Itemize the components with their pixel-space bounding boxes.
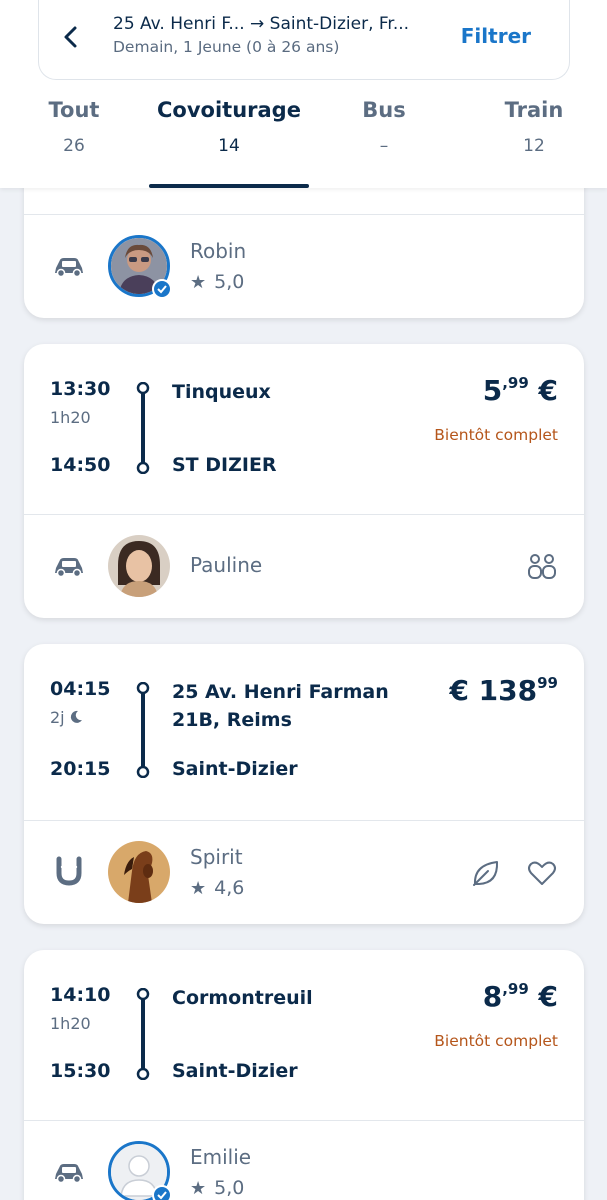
price-main: 8 (482, 980, 503, 1013)
arrival-time: 14:50 (50, 454, 111, 476)
ride-price: 5,99 € (483, 374, 558, 407)
price-main: 138 (478, 674, 538, 707)
ride-card[interactable]: 14:10 1h20 15:30 Cormontreuil Saint-Dizi… (24, 950, 584, 1200)
ride-price: € 13899 (449, 674, 558, 707)
driver-name: Emilie (190, 1145, 252, 1169)
route-line-icon (136, 382, 150, 474)
price-currency: € (449, 674, 469, 707)
driver-row: Emilie ★ 5,0 (24, 1120, 584, 1200)
car-icon (55, 1164, 83, 1184)
arrival-city: ST DIZIER (172, 454, 277, 476)
tab-train[interactable]: Train 12 (498, 98, 570, 156)
rating-value: 4,6 (214, 877, 245, 899)
duration-value: 2j (50, 708, 65, 727)
car-icon (55, 258, 83, 278)
two-passengers-icon (528, 554, 556, 579)
back-button[interactable] (57, 20, 85, 54)
availability-status: Bientôt complet (434, 426, 558, 444)
rating-value: 5,0 (214, 1177, 245, 1199)
active-tab-indicator (149, 184, 309, 188)
departure-time: 13:30 (50, 378, 111, 400)
rating-value: 5,0 (214, 271, 245, 293)
driver-row: Pauline (24, 514, 584, 618)
driver-photo (108, 841, 170, 903)
address-line-1: 25 Av. Henri Farman (172, 681, 389, 703)
trip-duration: 1h20 (50, 408, 91, 427)
tab-all[interactable]: Tout 26 (38, 98, 110, 156)
moon-icon (70, 710, 82, 723)
filter-button[interactable]: Filtrer (461, 24, 531, 48)
car-icon (55, 558, 83, 578)
driver-photo (108, 535, 170, 597)
ride-price: 8,99 € (483, 980, 558, 1013)
availability-status: Bientôt complet (434, 1032, 558, 1050)
arrival-city: Saint-Dizier (172, 758, 298, 780)
departure-city: Cormontreuil (172, 987, 313, 1009)
driver-rating: ★ 5,0 (190, 1177, 244, 1199)
tab-count: 26 (63, 136, 85, 156)
driver-rating: ★ 5,0 (190, 271, 244, 293)
driver-name: Spirit (190, 845, 243, 869)
ride-details: 13:30 1h20 14:50 Tinqueux ST DIZIER 5,99… (24, 344, 584, 514)
transport-tabs: Tout 26 Covoiturage 14 Bus – Train 12 (0, 98, 607, 188)
search-summary[interactable]: 25 Av. Henri F... → Saint-Dizier, Fr... … (38, 0, 570, 80)
star-icon: ★ (190, 1178, 207, 1199)
avatar[interactable] (108, 535, 170, 597)
driver-row: Spirit ★ 4,6 (24, 820, 584, 924)
ride-card[interactable]: 13:30 1h20 14:50 Tinqueux ST DIZIER 5,99… (24, 344, 584, 618)
price-main: 5 (482, 374, 503, 407)
driver-name: Robin (190, 239, 247, 263)
ride-details: 14:10 1h20 15:30 Cormontreuil Saint-Dizi… (24, 950, 584, 1120)
driver-name: Pauline (190, 553, 263, 577)
ride-card[interactable]: 04:15 2j 20:15 25 Av. Henri Farman 21B, … (24, 644, 584, 924)
tab-count: – (379, 136, 389, 156)
departure-time: 04:15 (50, 678, 111, 700)
avatar[interactable] (108, 841, 170, 903)
verified-badge-icon (152, 279, 172, 299)
tab-label: Train (504, 98, 564, 122)
star-icon: ★ (190, 878, 207, 899)
chevron-left-icon (64, 26, 77, 48)
tab-label: Tout (48, 98, 100, 122)
price-cents: ,99 (502, 374, 529, 392)
driver-row: Robin ★ 5,0 (24, 214, 584, 318)
tab-count: 12 (523, 136, 545, 156)
departure-address: 25 Av. Henri Farman 21B, Reims (172, 678, 389, 734)
tab-count: 14 (218, 136, 240, 156)
price-cents: ,99 (502, 980, 529, 998)
avatar[interactable] (108, 235, 172, 299)
price-currency: € (538, 980, 558, 1013)
trip-duration: 2j (50, 708, 84, 727)
arrival-time: 20:15 (50, 758, 111, 780)
driver-rating: ★ 4,6 (190, 877, 244, 899)
price-currency: € (538, 374, 558, 407)
tab-bus[interactable]: Bus – (348, 98, 420, 156)
arrival-city: Saint-Dizier (172, 1060, 298, 1082)
star-icon: ★ (190, 272, 207, 293)
tab-label: Covoiturage (157, 98, 301, 122)
arrival-time: 15:30 (50, 1060, 111, 1082)
trip-duration: 1h20 (50, 1014, 91, 1033)
departure-time: 14:10 (50, 984, 111, 1006)
route-line-icon (136, 682, 150, 778)
route-summary: 25 Av. Henri F... → Saint-Dizier, Fr... (113, 14, 410, 34)
price-cents: 99 (537, 674, 558, 692)
heart-icon[interactable] (526, 857, 558, 889)
top-header: 25 Av. Henri F... → Saint-Dizier, Fr... … (0, 0, 607, 188)
tab-label: Bus (362, 98, 406, 122)
avatar[interactable] (108, 1141, 172, 1200)
route-line-icon (136, 988, 150, 1080)
ride-details: 04:15 2j 20:15 25 Av. Henri Farman 21B, … (24, 644, 584, 820)
horseshoe-icon (56, 856, 82, 886)
tab-carpool[interactable]: Covoiturage 14 (149, 98, 309, 156)
departure-city: Tinqueux (172, 381, 271, 403)
verified-badge-icon (152, 1185, 172, 1200)
date-passengers-summary: Demain, 1 Jeune (0 à 26 ans) (113, 38, 340, 56)
address-line-2: 21B, Reims (172, 709, 292, 731)
leaf-icon (473, 861, 499, 886)
